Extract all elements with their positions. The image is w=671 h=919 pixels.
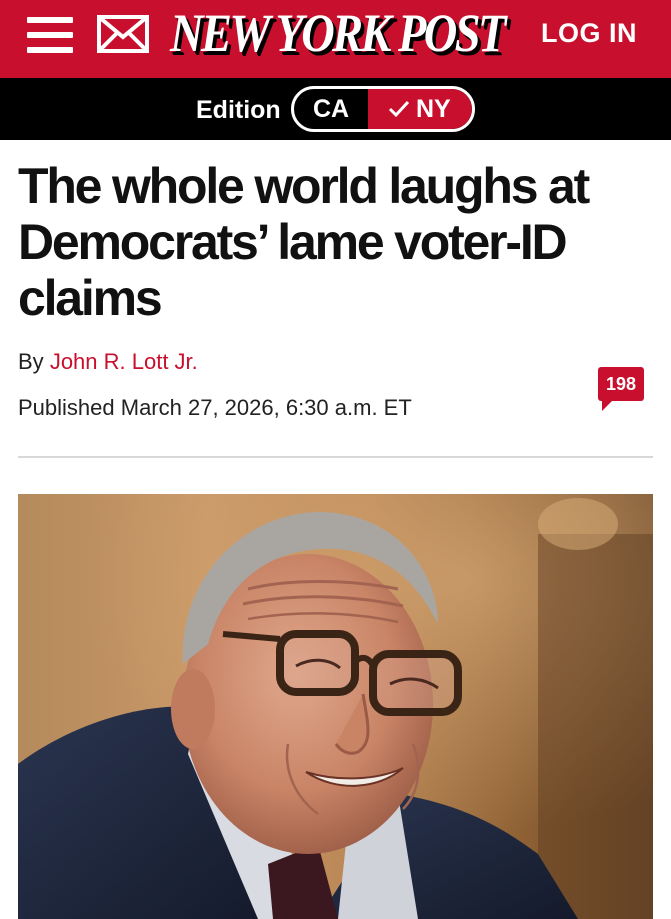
comment-bubble-icon: 198: [598, 367, 644, 401]
edition-option-ca[interactable]: CA: [294, 89, 368, 129]
edition-option-ny-label: NY: [416, 95, 451, 123]
byline-prefix: By: [18, 349, 44, 374]
article-photo: [18, 494, 653, 919]
divider: [18, 456, 653, 458]
published-date: Published March 27, 2026, 6:30 a.m. ET: [18, 395, 412, 420]
edition-bar: Edition CA NY: [0, 78, 671, 140]
login-link[interactable]: LOG IN: [541, 17, 637, 49]
checkmark-icon: [388, 100, 410, 118]
comments-button[interactable]: 198: [598, 367, 644, 411]
envelope-icon[interactable]: [97, 15, 149, 53]
hamburger-menu-icon[interactable]: [27, 17, 73, 53]
edition-label: Edition: [196, 96, 281, 124]
site-logo[interactable]: NEW YORK POST: [170, 3, 506, 63]
author-link[interactable]: John R. Lott Jr.: [50, 349, 198, 374]
edition-toggle[interactable]: CA NY: [291, 86, 475, 132]
edition-option-ny[interactable]: NY: [368, 89, 472, 129]
article-headline: The whole world laughs at Democrats’ lam…: [18, 158, 590, 326]
article-photo-illustration: [18, 494, 653, 919]
byline: By John R. Lott Jr.: [18, 348, 198, 376]
site-header: NEW YORK POST LOG IN: [0, 0, 671, 78]
